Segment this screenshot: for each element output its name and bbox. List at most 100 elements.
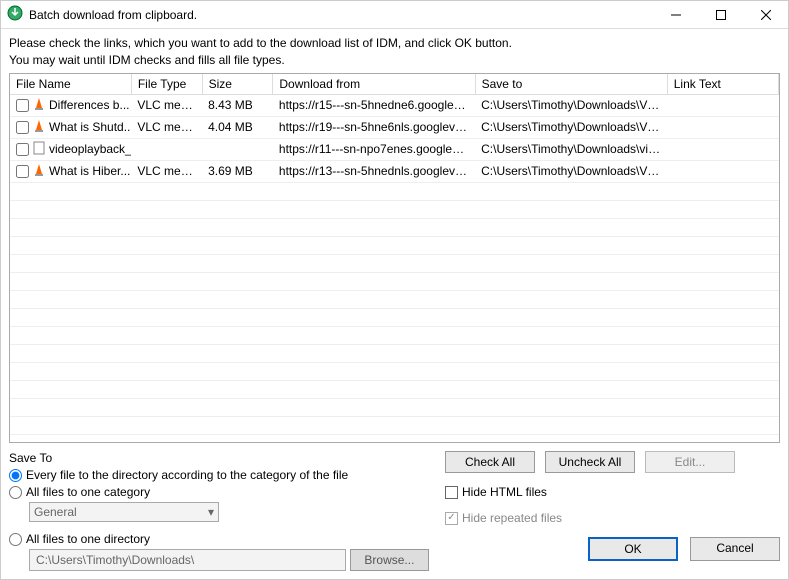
- cell-filetype: VLC medi...: [131, 160, 202, 182]
- cell-size: [202, 138, 273, 160]
- file-icon: [32, 163, 46, 180]
- cell-filename: Differences b...: [49, 98, 129, 112]
- cell-download-from: https://r13---sn-5hnednls.googlevid...: [273, 160, 475, 182]
- cell-filetype: VLC medi...: [131, 116, 202, 138]
- table-row: [10, 254, 779, 272]
- ok-button[interactable]: OK: [588, 537, 678, 561]
- file-table[interactable]: File Name File Type Size Download from S…: [9, 73, 780, 443]
- table-row: [10, 182, 779, 200]
- col-header-from[interactable]: Download from: [273, 74, 475, 95]
- cell-link-text: [667, 116, 778, 138]
- cell-size: 8.43 MB: [202, 94, 273, 116]
- table-row[interactable]: What is Shutd...VLC medi...4.04 MBhttps:…: [10, 116, 779, 138]
- window-controls: [653, 1, 788, 29]
- row-checkbox[interactable]: [16, 165, 29, 178]
- table-row[interactable]: Differences b...VLC medi...8.43 MBhttps:…: [10, 94, 779, 116]
- cell-size: 4.04 MB: [202, 116, 273, 138]
- cell-filename: videoplayback_3: [49, 142, 131, 156]
- radio-one-directory-label: All files to one directory: [26, 532, 150, 546]
- col-header-save[interactable]: Save to: [475, 74, 667, 95]
- right-panel: Check All Uncheck All Edit... Hide HTML …: [445, 451, 780, 561]
- bottom-panel: Save To Every file to the directory acco…: [1, 443, 788, 579]
- maximize-button[interactable]: [698, 1, 743, 29]
- table-row: [10, 398, 779, 416]
- browse-button[interactable]: Browse...: [350, 549, 429, 571]
- radio-by-category[interactable]: Every file to the directory according to…: [9, 468, 429, 482]
- cell-filename: What is Hiber...: [49, 164, 130, 178]
- file-icon: [32, 119, 46, 136]
- table-row: [10, 434, 779, 443]
- hide-html-label: Hide HTML files: [462, 485, 547, 499]
- cell-link-text: [667, 94, 778, 116]
- category-dropdown[interactable]: General ▾: [29, 502, 219, 522]
- cell-link-text: [667, 138, 778, 160]
- chevron-down-icon: ▾: [208, 505, 214, 519]
- row-checkbox[interactable]: [16, 143, 29, 156]
- table-header-row: File Name File Type Size Download from S…: [10, 74, 779, 95]
- save-to-panel: Save To Every file to the directory acco…: [9, 451, 429, 571]
- radio-one-category[interactable]: All files to one category: [9, 485, 429, 499]
- radio-one-directory[interactable]: All files to one directory: [9, 532, 429, 546]
- cell-size: 3.69 MB: [202, 160, 273, 182]
- app-icon: [7, 5, 23, 24]
- cell-download-from: https://r11---sn-npo7enes.googlevi...: [273, 138, 475, 160]
- hide-html-checkbox[interactable]: [445, 486, 458, 499]
- cell-filetype: [131, 138, 202, 160]
- table-row: [10, 272, 779, 290]
- col-header-size[interactable]: Size: [202, 74, 273, 95]
- hide-repeated-label: Hide repeated files: [462, 511, 562, 525]
- row-checkbox[interactable]: [16, 121, 29, 134]
- table-row: [10, 290, 779, 308]
- instruction-line-1: Please check the links, which you want t…: [9, 35, 780, 52]
- table-row: [10, 416, 779, 434]
- cell-save-to: C:\Users\Timothy\Downloads\videop...: [475, 138, 667, 160]
- radio-by-category-label: Every file to the directory according to…: [26, 468, 348, 482]
- cell-link-text: [667, 160, 778, 182]
- hide-html-row[interactable]: Hide HTML files: [445, 485, 780, 499]
- radio-by-category-input[interactable]: [9, 469, 22, 482]
- radio-one-category-label: All files to one category: [26, 485, 150, 499]
- table-row: [10, 200, 779, 218]
- cell-save-to: C:\Users\Timothy\Downloads\Video\...: [475, 116, 667, 138]
- window-title: Batch download from clipboard.: [29, 8, 653, 22]
- titlebar: Batch download from clipboard.: [1, 1, 788, 29]
- row-checkbox[interactable]: [16, 99, 29, 112]
- instruction-line-2: You may wait until IDM checks and fills …: [9, 52, 780, 69]
- cell-download-from: https://r15---sn-5hnedne6.googlevi...: [273, 94, 475, 116]
- directory-path-input[interactable]: C:\Users\Timothy\Downloads\: [29, 549, 346, 571]
- table-row: [10, 362, 779, 380]
- category-dropdown-value: General: [34, 505, 77, 519]
- uncheck-all-button[interactable]: Uncheck All: [545, 451, 635, 473]
- instructions: Please check the links, which you want t…: [1, 29, 788, 73]
- minimize-button[interactable]: [653, 1, 698, 29]
- col-header-name[interactable]: File Name: [10, 74, 131, 95]
- edit-button[interactable]: Edit...: [645, 451, 735, 473]
- close-button[interactable]: [743, 1, 788, 29]
- file-icon: [32, 97, 46, 114]
- table-row[interactable]: videoplayback_3 https://r11---sn-npo7enes…: [10, 138, 779, 160]
- table-row: [10, 218, 779, 236]
- cell-download-from: https://r19---sn-5hne6nls.googlevid...: [273, 116, 475, 138]
- dialog-buttons: OK Cancel: [445, 537, 780, 561]
- cell-filetype: VLC medi...: [131, 94, 202, 116]
- save-to-label: Save To: [9, 451, 429, 465]
- cell-filename: What is Shutd...: [49, 120, 131, 134]
- hide-repeated-row: ✓ Hide repeated files: [445, 511, 780, 525]
- table-row: [10, 344, 779, 362]
- table-row[interactable]: What is Hiber...VLC medi...3.69 MBhttps:…: [10, 160, 779, 182]
- action-buttons: Check All Uncheck All Edit...: [445, 451, 780, 473]
- radio-one-directory-input[interactable]: [9, 533, 22, 546]
- check-all-button[interactable]: Check All: [445, 451, 535, 473]
- col-header-type[interactable]: File Type: [131, 74, 202, 95]
- table-row: [10, 308, 779, 326]
- cell-save-to: C:\Users\Timothy\Downloads\Video\...: [475, 94, 667, 116]
- table-row: [10, 236, 779, 254]
- hide-repeated-checkbox: ✓: [445, 512, 458, 525]
- table-row: [10, 326, 779, 344]
- col-header-link[interactable]: Link Text: [667, 74, 778, 95]
- table-row: [10, 380, 779, 398]
- file-icon: [32, 141, 46, 158]
- cancel-button[interactable]: Cancel: [690, 537, 780, 561]
- radio-one-category-input[interactable]: [9, 486, 22, 499]
- cell-save-to: C:\Users\Timothy\Downloads\Video\...: [475, 160, 667, 182]
